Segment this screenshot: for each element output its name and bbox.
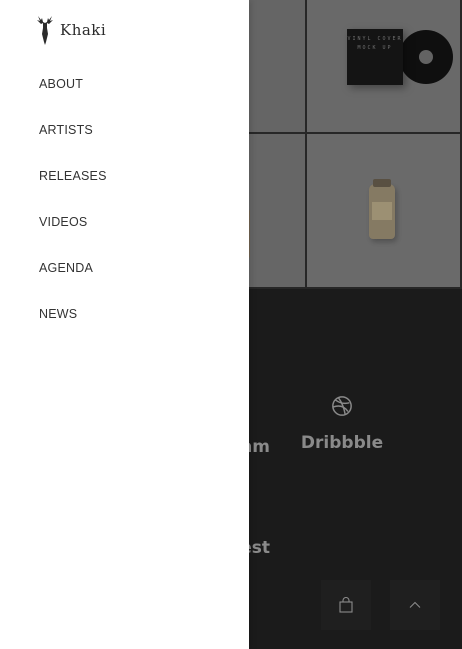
brand-name: Khaki	[60, 21, 107, 39]
side-menu: Khaki ABOUT ARTISTS RELEASES VIDEOS AGEN…	[0, 0, 249, 649]
main-nav: ABOUT ARTISTS RELEASES VIDEOS AGENDA NEW…	[39, 76, 107, 352]
back-to-top-button[interactable]	[390, 580, 440, 630]
menu-item-releases[interactable]: RELEASES	[39, 168, 107, 214]
menu-item-agenda[interactable]: AGENDA	[39, 260, 107, 306]
chevron-up-icon	[409, 601, 421, 608]
menu-item-artists[interactable]: ARTISTS	[39, 122, 107, 168]
menu-item-news[interactable]: NEWS	[39, 306, 107, 352]
brand-logo[interactable]: Khaki	[34, 14, 106, 46]
menu-item-about[interactable]: ABOUT	[39, 76, 107, 122]
menu-item-videos[interactable]: VIDEOS	[39, 214, 107, 260]
cart-button[interactable]	[321, 580, 371, 630]
deer-head-icon	[37, 16, 53, 45]
shopping-bag-icon	[339, 597, 353, 613]
